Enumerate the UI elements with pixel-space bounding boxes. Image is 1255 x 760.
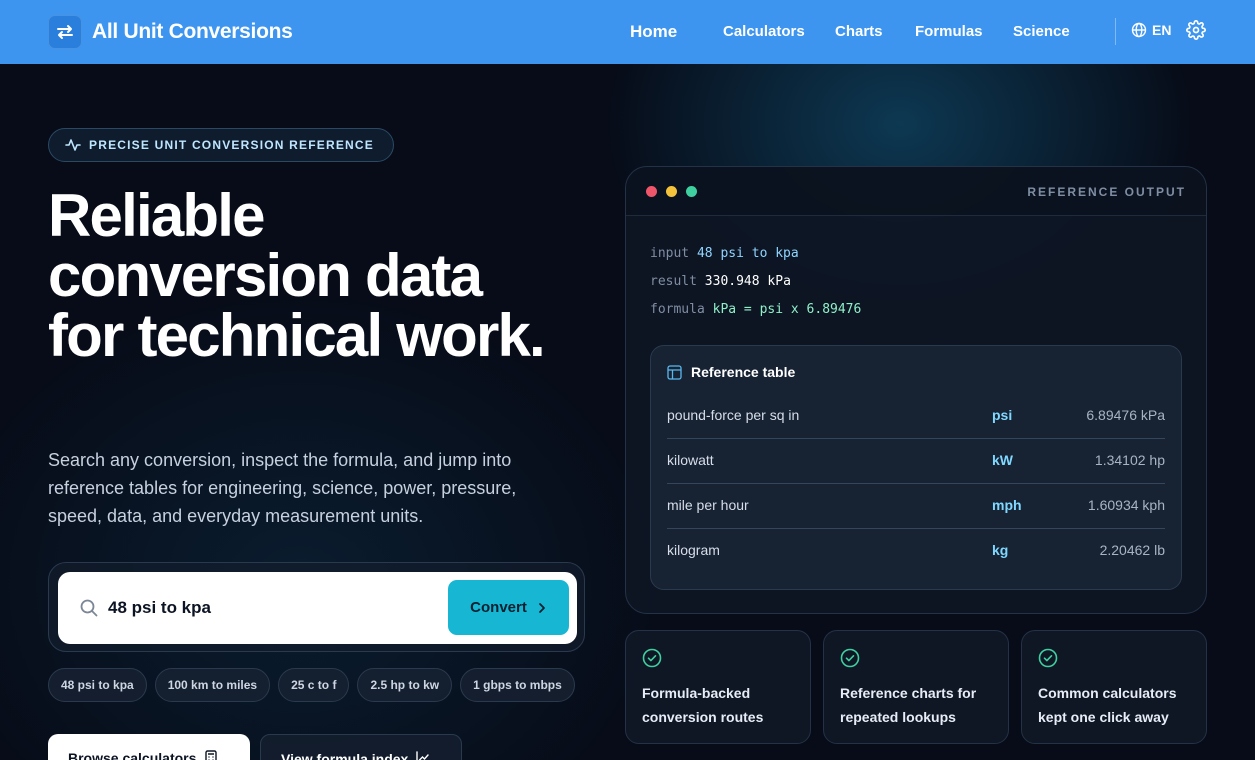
nav-science[interactable]: Science (1013, 23, 1070, 40)
hero-badge: PRECISE UNIT CONVERSION REFERENCE (48, 128, 394, 162)
code-line-result: result 330.948 kPa (650, 274, 791, 289)
cta-row: Browse calculators View formula index (48, 734, 462, 760)
language-code: EN (1152, 22, 1172, 38)
example-chip[interactable]: 100 km to miles (154, 668, 271, 702)
code-key: formula (650, 302, 705, 317)
calculator-icon (205, 750, 218, 760)
check-circle-icon (642, 648, 662, 668)
example-chip[interactable]: 48 psi to kpa (48, 668, 147, 702)
search-input[interactable] (108, 594, 428, 622)
unit-name: kilowatt (667, 452, 714, 468)
reference-table-title: Reference table (667, 364, 795, 380)
feature-card: Reference charts for repeated lookups (823, 630, 1009, 744)
check-circle-icon (840, 648, 860, 668)
table-row[interactable]: kilowatt kW 1.34102 hp (667, 439, 1165, 484)
window-dot-yellow (666, 186, 677, 197)
unit-name: pound-force per sq in (667, 407, 800, 423)
panel-label: REFERENCE OUTPUT (1027, 185, 1186, 199)
view-formula-index-button[interactable]: View formula index (260, 734, 462, 760)
example-chip[interactable]: 25 c to f (278, 668, 350, 702)
unit-value: 2.20462 lb (1099, 542, 1165, 558)
unit-name: mile per hour (667, 497, 749, 513)
unit-value: 1.34102 hp (1094, 452, 1165, 468)
window-dot-green (686, 186, 697, 197)
convert-button-label: Convert (470, 599, 527, 616)
nav-charts[interactable]: Charts (835, 23, 883, 40)
view-formula-index-label: View formula index (281, 751, 409, 760)
reference-table: Reference table pound-force per sq in ps… (650, 345, 1182, 590)
table-row[interactable]: pound-force per sq in psi 6.89476 kPa (667, 394, 1165, 439)
code-key: input (650, 246, 690, 261)
nav-calculators[interactable]: Calculators (723, 23, 805, 40)
browse-calculators-label: Browse calculators (68, 750, 197, 760)
trend-chart-icon (416, 751, 430, 760)
window-dot-red (646, 186, 657, 197)
check-circle-icon (1038, 648, 1058, 668)
nav-links: Home Calculators Charts Formulas Science (0, 0, 1255, 64)
feature-text: Reference charts for repeated lookups (840, 685, 977, 725)
code-key: result (650, 274, 697, 289)
hero-title: Reliable conversion data for technical w… (48, 182, 546, 369)
feature-text: Common calculators kept one click away (1038, 685, 1177, 725)
code-line-input: input 48 psi to kpa (650, 246, 799, 261)
panel-header: REFERENCE OUTPUT (626, 167, 1206, 216)
pulse-icon (65, 139, 81, 151)
unit-symbol: mph (992, 497, 1022, 513)
quick-examples: 48 psi to kpa 100 km to miles 25 c to f … (48, 668, 575, 702)
unit-value: 6.89476 kPa (1086, 407, 1165, 423)
search-icon (80, 599, 98, 617)
unit-value: 1.60934 kph (1087, 497, 1165, 513)
browse-calculators-button[interactable]: Browse calculators (48, 734, 250, 760)
reference-table-label: Reference table (691, 364, 796, 380)
unit-symbol: kW (992, 452, 1013, 468)
example-chip[interactable]: 1 gbps to mbps (460, 668, 575, 702)
unit-name: kilogram (667, 542, 720, 558)
unit-symbol: psi (992, 407, 1013, 423)
table-icon (667, 364, 682, 380)
table-row[interactable]: kilogram kg 2.20462 lb (667, 529, 1165, 574)
nav-divider (1115, 18, 1116, 45)
code-value: 48 psi to kpa (696, 246, 799, 261)
feature-card: Common calculators kept one click away (1021, 630, 1207, 744)
table-row[interactable]: mile per hour mph 1.60934 kph (667, 484, 1165, 529)
settings-button[interactable] (1186, 20, 1206, 45)
example-chip[interactable]: 2.5 hp to kw (357, 668, 453, 702)
search-box: Convert (58, 572, 577, 644)
unit-symbol: kg (992, 542, 1009, 558)
convert-button[interactable]: Convert (448, 580, 569, 635)
search-shell: Convert (48, 562, 585, 652)
code-value: kPa = psi x 6.89476 (712, 302, 862, 317)
reference-output-panel: REFERENCE OUTPUT input 48 psi to kpa res… (625, 166, 1207, 614)
feature-text: Formula-backed conversion routes (642, 685, 764, 725)
nav-formulas[interactable]: Formulas (915, 23, 983, 40)
nav-home[interactable]: Home (630, 22, 677, 42)
globe-icon (1131, 22, 1147, 38)
feature-card: Formula-backed conversion routes (625, 630, 811, 744)
chevron-right-icon (538, 602, 545, 613)
language-selector[interactable]: EN (1131, 22, 1171, 38)
hero-subtitle: Search any conversion, inspect the formu… (48, 450, 517, 526)
code-line-formula: formula kPa = psi x 6.89476 (650, 302, 861, 317)
hero-badge-text: PRECISE UNIT CONVERSION REFERENCE (89, 138, 374, 152)
top-nav: All Unit Conversions Home Calculators Ch… (0, 0, 1255, 64)
gear-icon (1186, 20, 1206, 40)
code-value: 330.948 kPa (704, 274, 791, 289)
